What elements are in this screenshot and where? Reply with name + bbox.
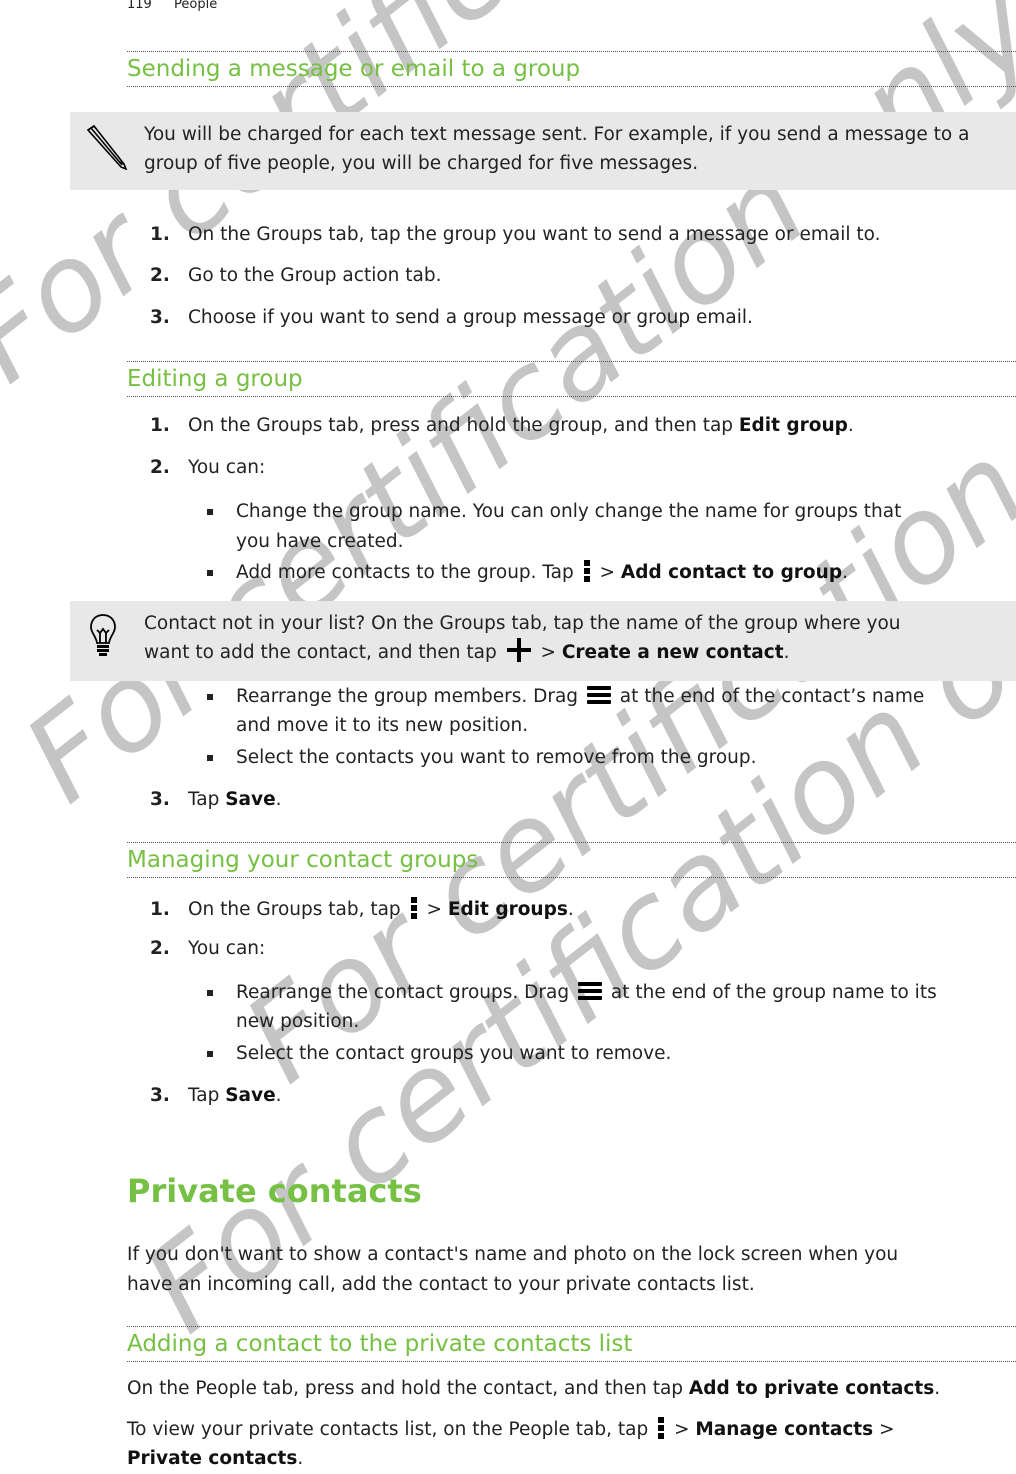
step: 1. On the Groups tab, tap the group you w…: [150, 224, 881, 245]
lightbulb-icon: [90, 613, 116, 668]
page-number: 119: [127, 0, 152, 12]
save-option: Save: [225, 789, 276, 810]
chapter-title: People: [174, 0, 218, 12]
note-box: You will be charged for each text messag…: [70, 112, 1016, 190]
paragraph: On the People tab, press and hold the co…: [127, 1378, 941, 1399]
step: 3. Choose if you want to send a group mes…: [150, 307, 753, 328]
paragraph: Private contacts.: [127, 1448, 304, 1469]
drag-handle-icon: [586, 686, 611, 704]
step: 3. Tap Save.: [150, 1085, 282, 1106]
tip-box: Contact not in your list? On the Groups …: [70, 601, 1016, 681]
paragraph: To view your private contacts list, on t…: [127, 1417, 895, 1440]
paragraph: If you don't want to show a contact's na…: [127, 1244, 899, 1265]
plus-icon: [506, 638, 531, 662]
section-heading-sending: Sending a message or email to a group: [127, 51, 1016, 87]
chapter-heading-private-contacts: Private contacts: [127, 1172, 422, 1210]
note-text: You will be charged for each text messag…: [144, 124, 970, 174]
step: 3. Tap Save.: [150, 789, 282, 810]
tip-text: Contact not in your list? On the Groups …: [144, 613, 901, 663]
section-heading-editing: Editing a group: [127, 361, 1016, 397]
pencil-icon: [84, 124, 128, 179]
step: 2. You can:: [150, 457, 266, 478]
edit-groups-option: Edit groups: [447, 899, 568, 920]
drag-handle-icon: [578, 982, 602, 1000]
step: 2. You can:: [150, 938, 266, 959]
menu-kebab-icon: [658, 1417, 665, 1439]
section-heading-adding: Adding a contact to the private contacts…: [127, 1326, 1016, 1362]
menu-kebab-icon: [410, 897, 417, 919]
section-heading-managing: Managing your contact groups: [127, 842, 1016, 878]
paragraph: have an incoming call, add the contact t…: [127, 1274, 755, 1295]
step: 1. On the Groups tab, press and hold the …: [150, 415, 854, 436]
save-option: Save: [225, 1085, 276, 1106]
menu-kebab-icon: [583, 560, 590, 582]
step: 2. Go to the Group action tab.: [150, 265, 442, 286]
step: 1. On the Groups tab, tap > Edit groups.: [150, 897, 574, 920]
page-header: 119 People: [127, 0, 217, 12]
edit-group-option: Edit group: [738, 415, 848, 436]
